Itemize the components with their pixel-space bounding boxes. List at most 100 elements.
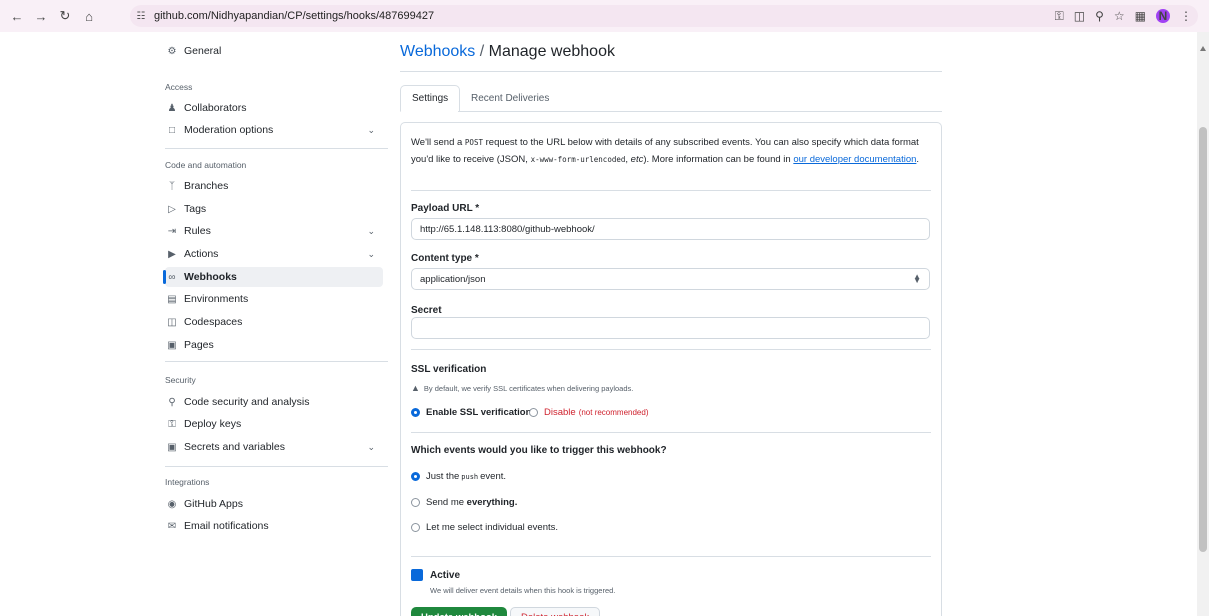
sidebar-item-label: Pages (184, 339, 214, 351)
event-all-option[interactable]: Send me everything. (411, 497, 517, 508)
event-push-option[interactable]: Just the push event. (411, 471, 506, 482)
sidebar-item-label: Actions (184, 248, 219, 260)
chevron-down-icon: ⌄ (367, 248, 375, 259)
url-text[interactable]: github.com/Nidhyapandian/CP/settings/hoo… (154, 10, 434, 22)
sidebar-item-collaborators[interactable]: ♟ Collaborators (165, 98, 383, 118)
title-divider (400, 71, 942, 72)
sidebar-item-label: Code security and analysis (184, 396, 310, 408)
ssl-label: SSL verification (411, 364, 487, 375)
event-select-radio[interactable] (411, 523, 420, 532)
sidebar-item-label: Codespaces (184, 316, 243, 328)
tab-settings[interactable]: Settings (400, 85, 461, 112)
payload-url-label: Payload URL * (411, 203, 480, 214)
sidebar-item-webhooks[interactable]: ∞ Webhooks (163, 267, 383, 287)
active-label[interactable]: Active (430, 570, 460, 581)
event-all-label-bold[interactable]: everything. (467, 497, 518, 508)
event-push-radio[interactable] (411, 472, 420, 481)
back-icon[interactable]: ← (6, 5, 28, 27)
content-type-value: application/json (420, 273, 486, 285)
browser-toolbar: ← → ↻ ⌂ ☷ github.com/Nidhyapandian/CP/se… (0, 0, 1209, 32)
rules-icon: ⇥ (167, 225, 177, 237)
codespaces-icon: ◫ (167, 316, 177, 328)
sidebar-divider (165, 466, 388, 467)
payload-url-input[interactable]: http://65.1.148.113:8080/github-webhook/ (411, 218, 930, 240)
apps-icon: ◉ (167, 498, 177, 510)
address-bar[interactable]: ☷ github.com/Nidhyapandian/CP/settings/h… (130, 5, 1198, 27)
ssl-disable-option[interactable]: Disable (not recommended) (529, 407, 649, 418)
events-label: Which events would you like to trigger t… (411, 445, 667, 456)
event-select-option[interactable]: Let me select individual events. (411, 522, 558, 533)
event-push-label-end[interactable]: event. (480, 471, 506, 482)
ssl-disable-label[interactable]: Disable (544, 407, 576, 418)
extensions-icon[interactable]: ▦ (1135, 9, 1146, 23)
page-scrollbar[interactable] (1197, 32, 1209, 616)
breadcrumb-separator: / (475, 43, 489, 60)
ssl-disable-radio[interactable] (529, 408, 538, 417)
sidebar-item-rules[interactable]: ⇥ Rules ⌄ (165, 221, 383, 241)
zoom-icon[interactable]: ⚲ (1095, 9, 1104, 23)
site-info-icon[interactable]: ☷ (130, 11, 152, 22)
form-divider (411, 556, 931, 557)
sidebar-item-general[interactable]: ⚙ General (165, 41, 383, 61)
sidebar-item-codespaces[interactable]: ◫ Codespaces (165, 312, 383, 332)
developer-docs-link[interactable]: our developer documentation (793, 154, 916, 165)
event-all-radio[interactable] (411, 498, 420, 507)
branch-icon: ᛉ (169, 180, 175, 192)
lock-icon: ▲ (411, 383, 420, 393)
update-webhook-button[interactable]: Update webhook (411, 607, 508, 616)
password-key-icon[interactable]: ⚿ (1055, 9, 1064, 24)
sidebar-item-email-notifications[interactable]: ✉ Email notifications (165, 516, 383, 536)
mail-icon: ✉ (167, 520, 177, 532)
sidebar-item-moderation[interactable]: □ Moderation options ⌄ (165, 120, 383, 140)
chevron-down-icon: ⌄ (367, 124, 375, 135)
profile-avatar[interactable]: N (1156, 9, 1170, 23)
cast-icon[interactable]: ◫ (1074, 9, 1085, 23)
sidebar-item-label: Secrets and variables (184, 441, 285, 453)
ssl-enable-option[interactable]: Enable SSL verification (411, 407, 531, 418)
ssl-enable-radio[interactable] (411, 408, 420, 417)
ssl-enable-label[interactable]: Enable SSL verification (426, 407, 531, 418)
sidebar-item-pages[interactable]: ▣ Pages (165, 335, 383, 355)
key-icon: ⚿ (168, 418, 176, 430)
forward-icon[interactable]: → (30, 5, 52, 27)
intro-part: ). More information can be found in (643, 153, 794, 165)
section-heading-code: Code and automation (165, 160, 247, 170)
bookmark-star-icon[interactable]: ☆ (1114, 9, 1125, 23)
reload-icon[interactable]: ↻ (54, 5, 76, 27)
event-push-label[interactable]: Just the (426, 471, 459, 482)
event-select-label[interactable]: Let me select individual events. (426, 522, 558, 533)
sidebar-item-tags[interactable]: ▷ Tags (165, 199, 383, 219)
breadcrumb-webhooks[interactable]: Webhooks (400, 43, 475, 60)
sidebar-item-secrets[interactable]: ▣ Secrets and variables ⌄ (165, 437, 383, 457)
menu-dots-icon[interactable]: ⋮ (1180, 9, 1192, 23)
sidebar-item-label: Environments (184, 293, 249, 305)
webhook-icon: ∞ (168, 271, 176, 283)
event-all-label[interactable]: Send me (426, 497, 464, 508)
tab-recent-deliveries[interactable]: Recent Deliveries (460, 85, 560, 112)
home-icon[interactable]: ⌂ (78, 5, 100, 27)
ssl-hint: ▲ By default, we verify SSL certificates… (411, 383, 633, 393)
active-checkbox[interactable] (411, 569, 423, 581)
sidebar-divider (165, 361, 388, 362)
comment-icon: □ (168, 124, 176, 136)
delete-webhook-button[interactable]: Delete webhook (510, 607, 601, 616)
active-hint: We will deliver event details when this … (430, 586, 616, 595)
ssl-disable-note: (not recommended) (578, 408, 649, 417)
scroll-thumb[interactable] (1199, 127, 1207, 552)
chevron-down-icon: ⌄ (367, 441, 375, 452)
secret-input[interactable] (411, 317, 930, 339)
sidebar-item-branches[interactable]: ᛉ Branches (165, 176, 383, 196)
sidebar-item-deploy-keys[interactable]: ⚿ Deploy keys (165, 414, 383, 434)
select-arrows-icon: ▲ ▼ (913, 272, 921, 285)
sidebar-item-label: General (184, 45, 222, 57)
scroll-up-arrow-icon[interactable] (1200, 46, 1206, 51)
secret-label: Secret (411, 305, 442, 316)
sidebar-item-actions[interactable]: ▶ Actions ⌄ (165, 244, 383, 264)
content-type-select[interactable]: application/json ▲ ▼ (411, 268, 930, 290)
server-icon: ▤ (167, 293, 177, 305)
sidebar-item-code-security[interactable]: ⚲ Code security and analysis (165, 392, 383, 412)
active-indicator (163, 270, 166, 284)
sidebar-item-environments[interactable]: ▤ Environments (165, 289, 383, 309)
sidebar-item-github-apps[interactable]: ◉ GitHub Apps (165, 494, 383, 514)
sidebar-divider (165, 148, 388, 149)
